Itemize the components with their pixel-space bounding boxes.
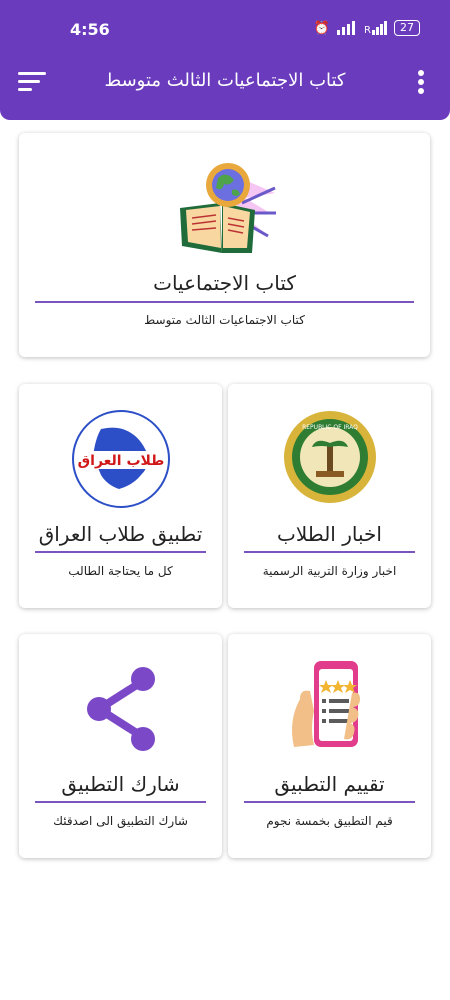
menu-button[interactable] — [18, 68, 48, 94]
app-bar: 4:56 ⏰ R 27 كتاب الاجتماعيات الثالث متوس… — [0, 0, 450, 120]
status-time: 4:56 — [70, 20, 110, 39]
status-bar: 4:56 ⏰ R 27 — [0, 18, 450, 44]
card-subtitle: كل ما يحتاجة الطالب — [68, 564, 173, 578]
svg-text:REPUBLIC OF IRAQ: REPUBLIC OF IRAQ — [302, 424, 358, 431]
card-subtitle: كتاب الاجتماعيات الثالث متوسط — [144, 313, 305, 327]
card-title: كتاب الاجتماعيات — [153, 271, 296, 295]
card-social-studies-book[interactable]: كتاب الاجتماعيات كتاب الاجتماعيات الثالث… — [19, 133, 430, 357]
ministry-seal-icon: REPUBLIC OF IRAQ — [228, 409, 431, 505]
share-icon — [19, 659, 222, 759]
divider — [244, 551, 415, 553]
status-icons: ⏰ R 27 — [314, 20, 420, 36]
card-title: اخبار الطلاب — [277, 522, 382, 546]
card-subtitle: قيم التطبيق بخمسة نجوم — [266, 814, 393, 828]
battery-icon: 27 — [394, 20, 420, 36]
card-iraq-students-app[interactable]: طلاب العراق تطبيق طلاب العراق كل ما يحتا… — [19, 384, 222, 608]
more-options-button[interactable] — [416, 68, 426, 96]
rating-phone-icon — [228, 659, 431, 759]
globe-book-icon — [19, 158, 430, 258]
card-title: شارك التطبيق — [61, 772, 180, 796]
logo-text: طلاب العراق — [77, 453, 164, 469]
card-student-news[interactable]: REPUBLIC OF IRAQ اخبار الطلاب اخبار وزار… — [228, 384, 431, 608]
divider — [244, 801, 415, 803]
card-rate-app[interactable]: تقييم التطبيق قيم التطبيق بخمسة نجوم — [228, 634, 431, 858]
signal-icon — [337, 21, 355, 35]
divider — [35, 801, 206, 803]
card-subtitle: شارك التطبيق الى اصدقئك — [53, 814, 188, 828]
card-title: تقييم التطبيق — [274, 772, 385, 796]
iraq-map-logo: طلاب العراق — [19, 409, 222, 509]
divider — [35, 551, 206, 553]
page-title: كتاب الاجتماعيات الثالث متوسط — [104, 70, 346, 91]
svg-text:R: R — [364, 25, 371, 35]
divider — [35, 301, 414, 303]
card-title: تطبيق طلاب العراق — [38, 522, 203, 546]
card-subtitle: اخبار وزارة التربية الرسمية — [262, 564, 397, 578]
alarm-icon: ⏰ — [313, 20, 330, 36]
signal-icon-2: R — [364, 21, 387, 35]
card-share-app[interactable]: شارك التطبيق شارك التطبيق الى اصدقئك — [19, 634, 222, 858]
